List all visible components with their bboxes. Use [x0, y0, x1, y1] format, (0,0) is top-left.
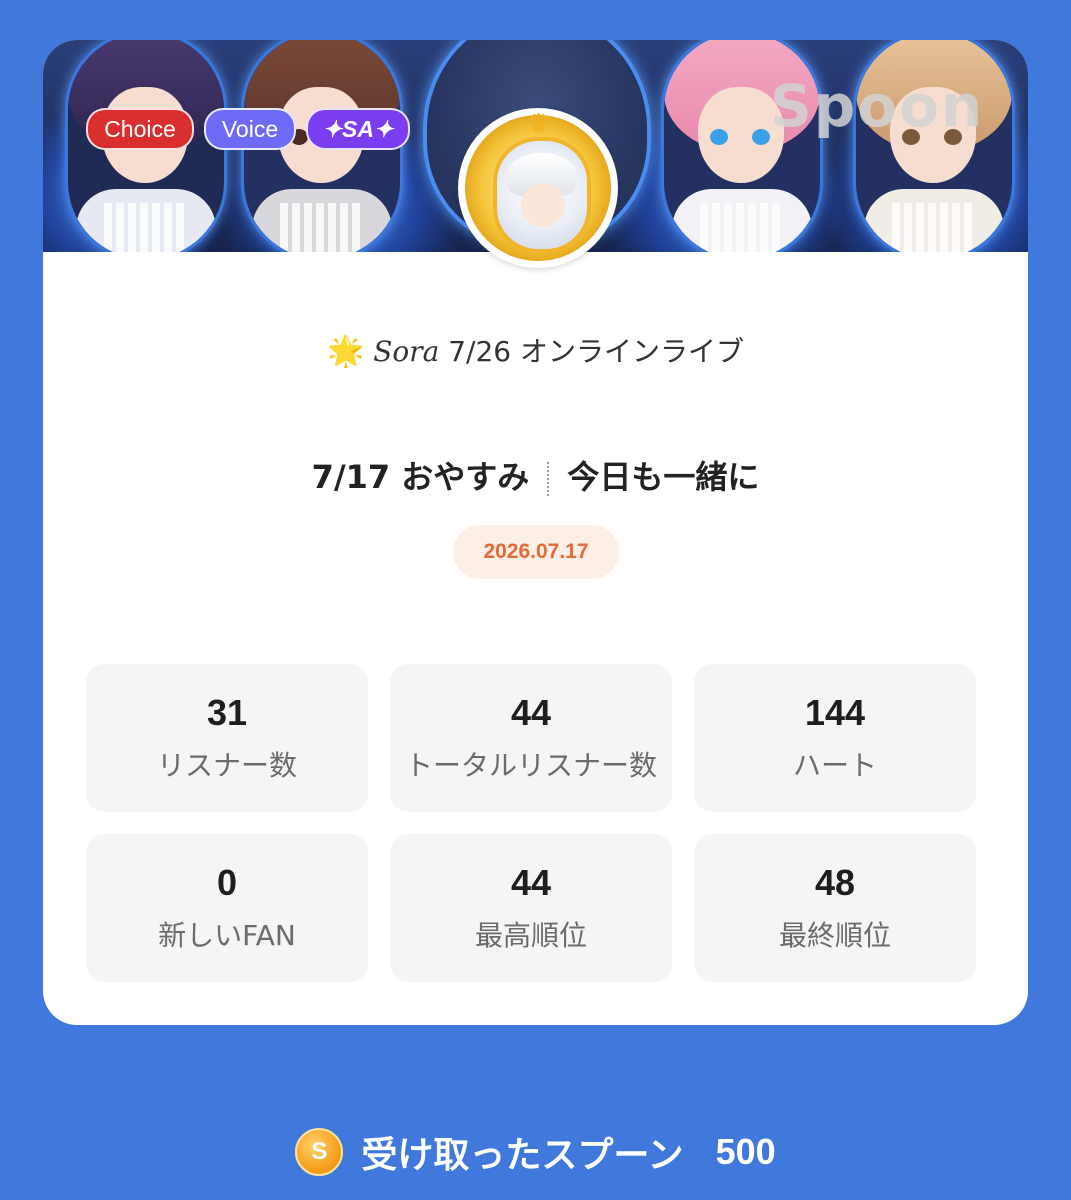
badge-row: Choice Voice ✦SA✦ [86, 108, 410, 150]
stat-total-listeners: 44 トータルリスナー数 [390, 664, 672, 812]
stat-value: 144 [804, 692, 866, 733]
stat-new-fans: 0 新しいFAN [86, 834, 368, 982]
live-title-left: 7/17 おやすみ [311, 458, 530, 496]
stat-value: 31 [206, 692, 248, 733]
stat-label: 新しいFAN [158, 919, 296, 952]
stat-label: リスナー数 [156, 749, 297, 782]
stat-value: 44 [510, 692, 552, 733]
stat-final-rank: 48 最終順位 [694, 834, 976, 982]
stat-value: 44 [510, 862, 552, 903]
sa-badge: ✦SA✦ [306, 108, 410, 150]
stat-value: 0 [216, 862, 238, 903]
live-title: 7/17 おやすみ 今日も一緒に [43, 452, 1028, 498]
title-divider [547, 462, 550, 496]
profile-subtitle: 🌟 Sora 7/26 オンラインライブ [43, 330, 1028, 370]
choice-badge: Choice [86, 108, 194, 150]
profile-name: Sora [373, 335, 440, 368]
spoon-coin-icon: S [295, 1128, 344, 1176]
live-date-badge: 2026.07.17 [453, 525, 619, 579]
avatar-frame: ♛ [465, 109, 611, 261]
avatar[interactable]: ♛ [458, 108, 618, 268]
spoons-received-label: 受け取ったスプーン [361, 1135, 684, 1176]
live-title-right: 今日も一緒に [567, 458, 760, 496]
stat-label: 最高順位 [474, 919, 587, 952]
voice-badge: Voice [204, 108, 296, 150]
spoon-logo: Spoon [770, 72, 985, 140]
stat-label: トータルリスナー数 [404, 749, 657, 782]
stat-hearts: 144 ハート [694, 664, 976, 812]
stat-highest-rank: 44 最高順位 [390, 834, 672, 982]
stats-grid: 31 リスナー数 44 トータルリスナー数 144 ハート 0 新しいFAN 4… [86, 664, 976, 982]
crown-icon: ♛ [527, 109, 551, 139]
live-result-card: Spoon Choice Voice ✦SA✦ ♛ 🌟 Sora 7/26 オン… [43, 40, 1028, 1025]
stat-label: ハート [792, 749, 877, 782]
spoons-received-amount: 500 [715, 1131, 776, 1172]
avatar-image [493, 137, 591, 253]
stat-label: 最終順位 [778, 919, 891, 952]
spoons-received: S 受け取ったスプーン 500 [0, 1126, 1071, 1178]
profile-subtitle-text: 7/26 オンラインライブ [439, 335, 745, 368]
stat-listeners: 31 リスナー数 [86, 664, 368, 812]
stat-value: 48 [814, 862, 856, 903]
star-icon: 🌟 [326, 334, 365, 369]
